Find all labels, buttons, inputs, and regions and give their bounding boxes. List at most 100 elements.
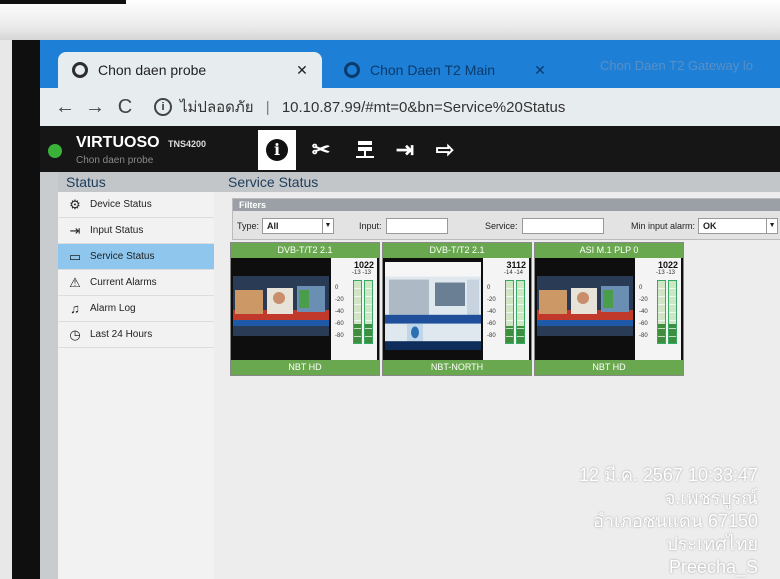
audio-level-bar [668,280,677,344]
video-thumbnail [233,276,329,336]
tab-chon-daen-t2-gateway[interactable]: Chon Daen T2 Gateway lo [600,58,753,73]
close-icon[interactable]: ✕ [530,62,550,79]
audio-level-bar [364,280,373,344]
min-alarm-label: Min input alarm: [631,221,696,231]
sidebar-item-input-status[interactable]: ⇥ Input Status [58,218,214,244]
reload-icon[interactable]: C [110,96,140,119]
filters-title: Filters [233,199,780,211]
url-field[interactable]: ไม่ปลอดภัย | 10.10.87.99/#mt=0&bn=Servic… [180,95,565,119]
scale-label: -40 [335,309,344,315]
status-dot-icon [48,144,62,158]
sidebar-item-device-status[interactable]: ⚙ Device Status [58,192,214,218]
scale-label: -20 [335,297,344,303]
forward-arrow-icon[interactable]: → [80,96,110,119]
audio-meters: 1022 -13 -13 0 -20 -40 -60 -80 [331,258,377,360]
bitrate-value: 3112 [506,260,526,270]
overlay-datetime: 12 มี.ค. 2567 10:33:47 [578,465,758,485]
scale-label: -40 [487,309,496,315]
service-tile[interactable]: ASI M.1 PLP 0 1022 -13 -13 0 -20 -40 -60… [534,242,684,376]
device-icon: ⚙ [69,196,81,212]
input-icon: ⇥ [69,222,81,238]
bell-log-icon: ♫ [70,301,80,316]
service-tile[interactable]: DVB-T/T2 2.1 3112 -14 -14 0 -20 -40 -60 … [382,242,532,376]
sidebar-item-current-alarms[interactable]: ⚠ Current Alarms [58,270,214,296]
min-alarm-filter: Min input alarm: OK ▼ [631,218,779,234]
back-arrow-icon[interactable]: ← [50,96,80,119]
scale-label: -60 [487,321,496,327]
audio-level-bar [657,280,666,344]
scale-label: -80 [487,333,496,339]
url-text: 10.10.87.99/#mt=0&bn=Service%20Status [281,99,566,116]
service-name: NBT HD [231,360,379,375]
type-label: Type: [237,221,260,231]
history-icon: ◷ [69,326,81,342]
favicon-icon [344,62,360,78]
brand-model: TNS4200 [168,139,207,149]
service-field[interactable] [521,218,604,234]
sidebar-item-service-status[interactable]: ▭ Service Status [58,244,214,270]
input-field[interactable] [385,218,448,234]
service-tile-body: 1022 -13 -13 0 -20 -40 -60 -80 [535,258,683,360]
service-label: Service: [485,221,518,231]
scale-label: -80 [639,333,648,339]
sidebar-item-label: Last 24 Hours [90,329,153,340]
info-icon: i [266,139,288,161]
service-tile[interactable]: DVB-T/T2 2.1 1022 -13 -13 0 -20 -40 -60 … [230,242,380,376]
url-separator: | [265,99,270,116]
type-value: All [267,221,279,231]
screen: Chon daen probe ✕ Chon Daen T2 Main ✕ Ch… [40,40,780,579]
video-thumbnail [537,276,633,336]
address-bar: ← → C i ไม่ปลอดภัย | 10.10.87.99/#mt=0&b… [40,88,780,127]
service-tile-header: DVB-T/T2 2.1 [383,243,531,258]
tools-button[interactable]: ✂ [302,130,340,170]
audio-levels: -13 -13 [351,270,371,276]
scale-label: -40 [639,309,648,315]
alarm-icon: ⚠ [69,274,81,290]
page-title: Service Status [214,172,780,192]
input-filter: Input: [359,218,448,234]
tab-label: Chon Daen T2 Main [370,62,496,78]
sidebar-item-label: Input Status [90,225,144,236]
info-button[interactable]: i [258,130,296,170]
browser-tab-bar: Chon daen probe ✕ Chon Daen T2 Main ✕ Ch… [40,40,780,88]
scale-label: -60 [639,321,648,327]
sidebar-item-alarm-log[interactable]: ♫ Alarm Log [58,296,214,322]
site-info-icon[interactable]: i [154,98,172,116]
type-select[interactable]: All ▼ [262,218,335,234]
overlay-province: จ.เพชรบูรณ์ [664,488,758,508]
monitor-bezel-left [0,40,40,579]
overlay-country: ประเทศไทย [666,534,758,554]
monitor-icon: ▭ [68,248,82,264]
service-tile-body: 1022 -13 -13 0 -20 -40 -60 -80 [231,258,379,360]
sidebar-item-label: Current Alarms [90,277,157,288]
input-label: Input: [359,221,382,231]
bitrate-value: 1022 [657,260,678,270]
overlay-author: Preecha_S [668,557,758,577]
audio-meters: 3112 -14 -14 0 -20 -40 -60 -80 [483,258,529,360]
scale-label: -20 [487,297,496,303]
logout-button[interactable]: ⇨ [426,130,464,170]
sidebar-item-label: Alarm Log [90,303,136,314]
network-icon [356,141,374,158]
type-filter: Type: All ▼ [237,218,335,234]
close-icon[interactable]: ✕ [292,62,312,79]
tab-chon-daen-probe[interactable]: Chon daen probe ✕ [58,52,322,88]
scale-label: -80 [335,333,344,339]
meter-scale: 0 -20 -40 -60 -80 [639,282,648,342]
audio-levels: -14 -14 [503,270,523,276]
scale-label: -60 [335,321,344,327]
network-button[interactable] [346,130,384,170]
audio-level-bar [505,280,514,344]
scale-label: 0 [639,285,643,291]
min-alarm-select[interactable]: OK ▼ [698,218,779,234]
tab-label: Chon daen probe [98,62,207,78]
min-alarm-value: OK [703,221,717,231]
sidebar: ⚙ Device Status ⇥ Input Status ▭ Service… [58,192,215,579]
login-button[interactable]: ⇥ [386,130,424,170]
tab-chon-daen-t2-main[interactable]: Chon Daen T2 Main ✕ [330,52,560,88]
meter-scale: 0 -20 -40 -60 -80 [487,282,496,342]
photo-timestamp-overlay: 12 มี.ค. 2567 10:33:47 จ.เพชรบูรณ์ อำเภอ… [579,464,758,579]
brand-title: VIRTUOSO TNS4200 [76,134,206,152]
login-icon: ⇥ [395,137,415,162]
sidebar-item-last-24-hours[interactable]: ◷ Last 24 Hours [58,322,214,348]
